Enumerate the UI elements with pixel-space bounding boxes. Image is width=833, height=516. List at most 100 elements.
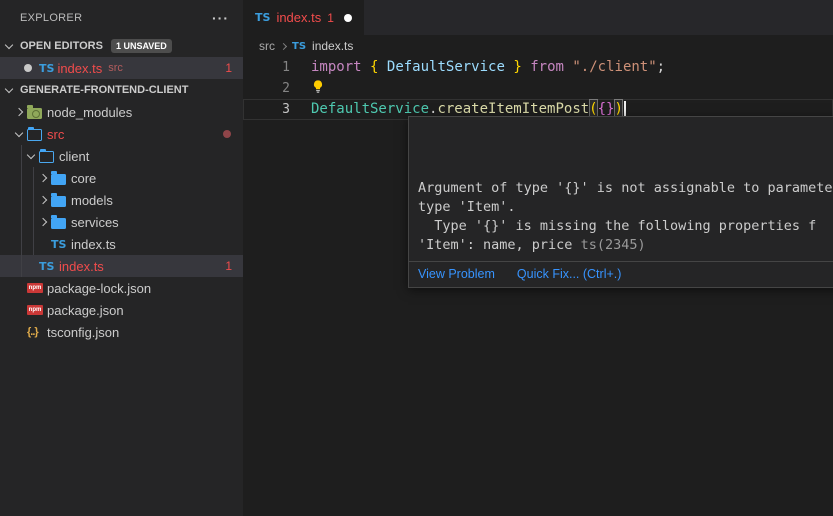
- tab-unsaved-dot-icon[interactable]: [344, 14, 352, 22]
- more-actions-icon[interactable]: ···: [212, 13, 229, 23]
- code-token: [378, 57, 386, 78]
- npm-icon: npm: [27, 305, 44, 315]
- folder-open-icon: [39, 149, 56, 163]
- error-message-line: type 'Item'.: [418, 198, 833, 217]
- tree-item-label: client: [59, 149, 89, 164]
- chevron-down-icon[interactable]: [14, 133, 27, 136]
- chevron-right-icon[interactable]: [38, 175, 51, 181]
- tree-item-label: node_modules: [47, 105, 132, 120]
- chevron-right-icon[interactable]: [38, 197, 51, 203]
- tree-item-label: services: [71, 215, 119, 230]
- breadcrumb-file[interactable]: index.ts: [312, 39, 353, 53]
- error-message-line: 'Item': name, price ts(2345): [418, 236, 833, 255]
- code-token: [362, 57, 370, 78]
- folder-icon: [51, 216, 68, 229]
- open-editors-label: OPEN EDITORS: [20, 40, 103, 52]
- vscode-window: { "icon_glyphs": { "ts": "TS", "npm": "n…: [0, 0, 833, 516]
- file-tree: node_modulessrcclientcoremodelsservicesT…: [0, 101, 243, 343]
- typescript-icon: TS: [39, 260, 56, 273]
- tree-item-label: index.ts: [59, 259, 104, 274]
- explorer-sidebar: EXPLORER ··· OPEN EDITORS 1 UNSAVED TS i…: [0, 0, 243, 516]
- error-hover-tooltip: Argument of type '{}' is not assignable …: [408, 116, 833, 288]
- error-count-badge: 1: [225, 259, 232, 273]
- unsaved-dot-icon[interactable]: [24, 64, 32, 72]
- line-number: 3: [243, 99, 290, 120]
- tree-item-label: models: [71, 193, 113, 208]
- error-code: ts(2345): [581, 237, 646, 253]
- breadcrumb-folder[interactable]: src: [259, 39, 275, 53]
- folder-open-icon: [27, 127, 44, 141]
- line-number: 2: [243, 78, 290, 99]
- line-number: 1: [243, 57, 290, 78]
- open-editor-file-description: src: [108, 62, 123, 74]
- typescript-icon: TS: [51, 238, 68, 251]
- code-token: from: [530, 57, 564, 78]
- error-message: Argument of type '{}' is not assignable …: [409, 117, 833, 261]
- explorer-title: EXPLORER: [20, 12, 82, 24]
- code-token: DefaultService: [387, 57, 505, 78]
- tab-label: index.ts: [276, 10, 321, 25]
- unsaved-count-badge: 1 UNSAVED: [111, 39, 172, 53]
- code-line-text: [290, 78, 325, 99]
- chevron-right-icon[interactable]: [14, 109, 27, 115]
- error-count-badge: 1: [225, 61, 232, 75]
- folder-icon: [51, 194, 68, 207]
- tree-item-node_modules[interactable]: node_modules: [0, 101, 243, 123]
- code-token: {: [370, 57, 378, 78]
- tree-item-label: index.ts: [71, 237, 116, 252]
- workspace-section-header[interactable]: GENERATE-FRONTEND-CLIENT: [0, 79, 243, 101]
- tree-item-package.json[interactable]: npmpackage.json: [0, 299, 243, 321]
- tree-item-index.ts[interactable]: TSindex.ts: [0, 233, 243, 255]
- open-editors-section-header[interactable]: OPEN EDITORS 1 UNSAVED: [0, 35, 243, 57]
- tree-item-label: package-lock.json: [47, 281, 151, 296]
- tab-bar: TS index.ts 1: [243, 0, 833, 35]
- code-token: [522, 57, 530, 78]
- chevron-down-icon: [4, 89, 17, 92]
- typescript-icon: TS: [292, 41, 306, 52]
- lightbulb-icon[interactable]: [311, 79, 325, 101]
- workspace-name-label: GENERATE-FRONTEND-CLIENT: [20, 84, 188, 96]
- tree-item-package-lock.json[interactable]: npmpackage-lock.json: [0, 277, 243, 299]
- code-token: }: [513, 57, 521, 78]
- chevron-down-icon: [4, 45, 17, 48]
- error-message-line: Argument of type '{}' is not assignable …: [418, 179, 833, 198]
- code-token: import: [311, 57, 362, 78]
- view-problem-link[interactable]: View Problem: [418, 267, 495, 281]
- code-token: [505, 57, 513, 78]
- code-line-2[interactable]: 2: [243, 78, 833, 99]
- code-area[interactable]: 1import { DefaultService } from "./clien…: [243, 57, 833, 120]
- code-line-1[interactable]: 1import { DefaultService } from "./clien…: [243, 57, 833, 78]
- tree-item-core[interactable]: core: [0, 167, 243, 189]
- npm-icon: npm: [27, 283, 44, 293]
- tree-item-services[interactable]: services: [0, 211, 243, 233]
- tree-item-tsconfig.json[interactable]: {..}tsconfig.json: [0, 321, 243, 343]
- json-icon: {..}: [27, 326, 44, 338]
- open-editor-file-name: index.ts: [57, 61, 102, 76]
- tree-item-index.ts[interactable]: TSindex.ts 1: [0, 255, 243, 277]
- code-line-text: import { DefaultService } from "./client…: [290, 57, 665, 78]
- tree-item-label: tsconfig.json: [47, 325, 119, 340]
- folder-icon: [51, 172, 68, 185]
- error-message-line: Type '{}' is missing the following prope…: [418, 217, 833, 236]
- typescript-icon: TS: [39, 62, 54, 75]
- problems-dot-badge: [223, 130, 231, 138]
- explorer-pane-header: EXPLORER ···: [0, 0, 243, 35]
- breadcrumb: src TS index.ts: [243, 35, 833, 57]
- tree-item-label: src: [47, 127, 64, 142]
- tab-index-ts[interactable]: TS index.ts 1: [243, 0, 364, 35]
- tree-item-label: package.json: [47, 303, 124, 318]
- quick-fix-link[interactable]: Quick Fix... (Ctrl+.): [517, 267, 622, 281]
- chevron-down-icon[interactable]: [26, 155, 39, 158]
- code-token: ;: [657, 57, 665, 78]
- typescript-icon: TS: [255, 11, 270, 24]
- tree-item-src[interactable]: src: [0, 123, 243, 145]
- code-token: "./client": [572, 57, 656, 78]
- tree-item-client[interactable]: client: [0, 145, 243, 167]
- open-editor-item-index-ts[interactable]: TS index.ts src 1: [0, 57, 243, 79]
- hover-actions: View Problem Quick Fix... (Ctrl+.): [409, 261, 833, 287]
- chevron-right-icon[interactable]: [38, 219, 51, 225]
- tab-error-count: 1: [327, 11, 334, 25]
- code-token: [564, 57, 572, 78]
- tree-item-models[interactable]: models: [0, 189, 243, 211]
- chevron-right-icon: [280, 42, 287, 49]
